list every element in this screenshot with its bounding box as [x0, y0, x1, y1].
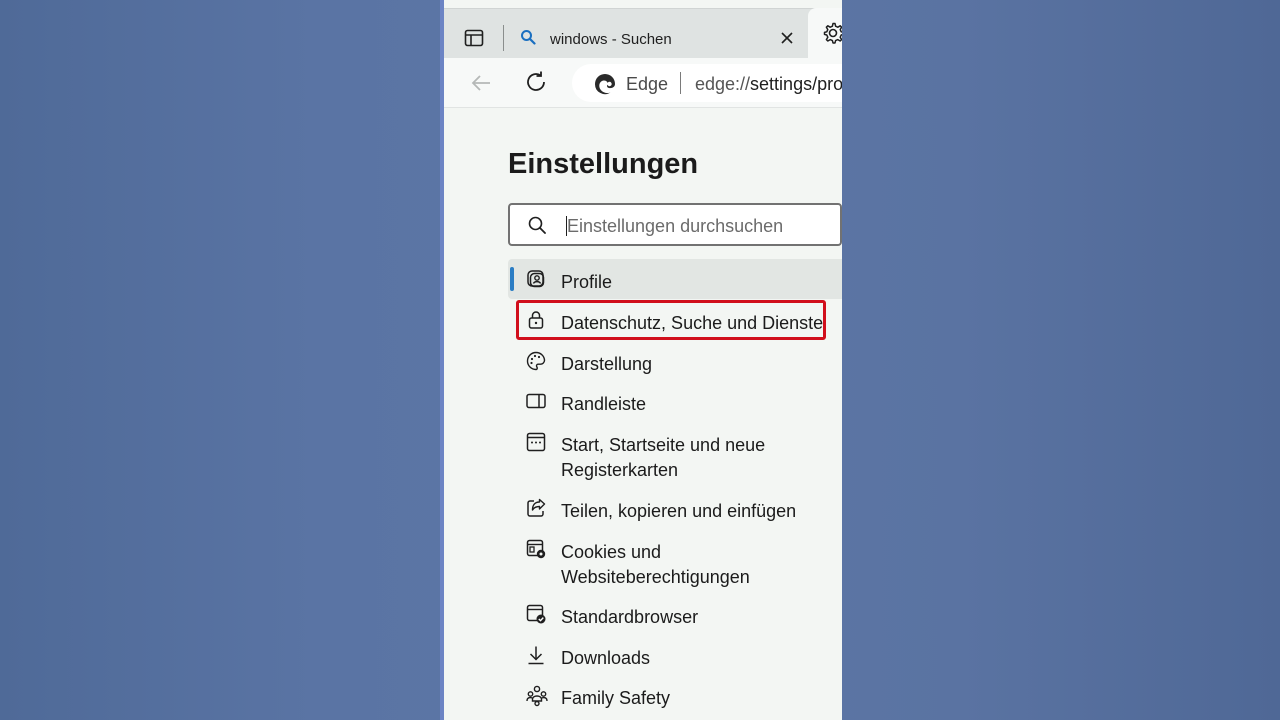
nav-item-start-home[interactable]: Start, Startseite und neue Registerkarte… — [508, 422, 842, 488]
reload-icon[interactable] — [524, 70, 548, 94]
search-placeholder: Einstellungen durchsuchen — [567, 216, 784, 236]
site-identity-label: Edge — [626, 74, 669, 94]
nav-item-family-safety[interactable]: Family Safety — [508, 675, 842, 715]
back-arrow-icon[interactable] — [470, 72, 492, 94]
download-icon — [526, 645, 546, 665]
browser-window: windows - Suchen Edge edge://settings/pr… — [440, 0, 842, 720]
close-icon[interactable] — [780, 31, 794, 45]
profile-icon — [526, 269, 546, 289]
default-browser-icon — [526, 604, 546, 624]
palette-icon — [526, 351, 546, 371]
nav-item-label: Profile — [561, 272, 613, 292]
selected-indicator — [510, 267, 514, 291]
tab-divider — [503, 25, 504, 51]
url-text[interactable]: edge://settings/pro — [695, 74, 842, 95]
family-icon — [526, 685, 548, 707]
nav-item-share[interactable]: Teilen, kopieren und einfügen — [508, 488, 842, 528]
settings-search-input[interactable]: Einstellungen durchsuchen — [508, 203, 842, 246]
search-icon — [520, 29, 536, 45]
share-icon — [526, 498, 546, 518]
cookies-icon — [526, 539, 546, 559]
nav-item-label: Start, Startseite und neue Registerkarte… — [561, 435, 766, 480]
nav-item-label: Cookies und Websiteberechtigungen — [561, 542, 750, 587]
tab-title: windows - Suchen — [550, 31, 672, 48]
nav-item-label: Family Safety — [561, 688, 671, 708]
nav-item-label: Downloads — [561, 648, 651, 668]
page-title: Einstellungen — [508, 148, 699, 180]
toolbar: Edge edge://settings/pro — [444, 58, 842, 108]
nav-item-sidebar[interactable]: Randleiste — [508, 381, 842, 421]
nav-item-downloads[interactable]: Downloads — [508, 635, 842, 675]
tab-settings[interactable] — [808, 8, 842, 58]
tab-actions-icon[interactable] — [464, 28, 484, 48]
home-tabs-icon — [526, 432, 546, 452]
nav-item-default-browser[interactable]: Standardbrowser — [508, 594, 842, 634]
nav-item-label: Randleiste — [561, 394, 647, 414]
address-divider — [680, 72, 681, 94]
nav-item-appearance[interactable]: Darstellung — [508, 341, 842, 381]
sidebar-icon — [526, 391, 546, 411]
tab-strip: windows - Suchen — [444, 8, 842, 58]
nav-item-label: Standardbrowser — [561, 607, 699, 627]
nav-item-label: Darstellung — [561, 354, 653, 374]
nav-item-label: Teilen, kopieren und einfügen — [561, 501, 797, 521]
nav-item-profile[interactable]: Profile — [508, 259, 842, 299]
address-bar[interactable]: Edge edge://settings/pro — [572, 64, 842, 102]
edge-logo-icon — [594, 73, 616, 95]
highlight-annotation — [516, 300, 826, 340]
search-icon — [528, 216, 546, 234]
nav-item-cookies[interactable]: Cookies und Websiteberechtigungen — [508, 529, 842, 595]
